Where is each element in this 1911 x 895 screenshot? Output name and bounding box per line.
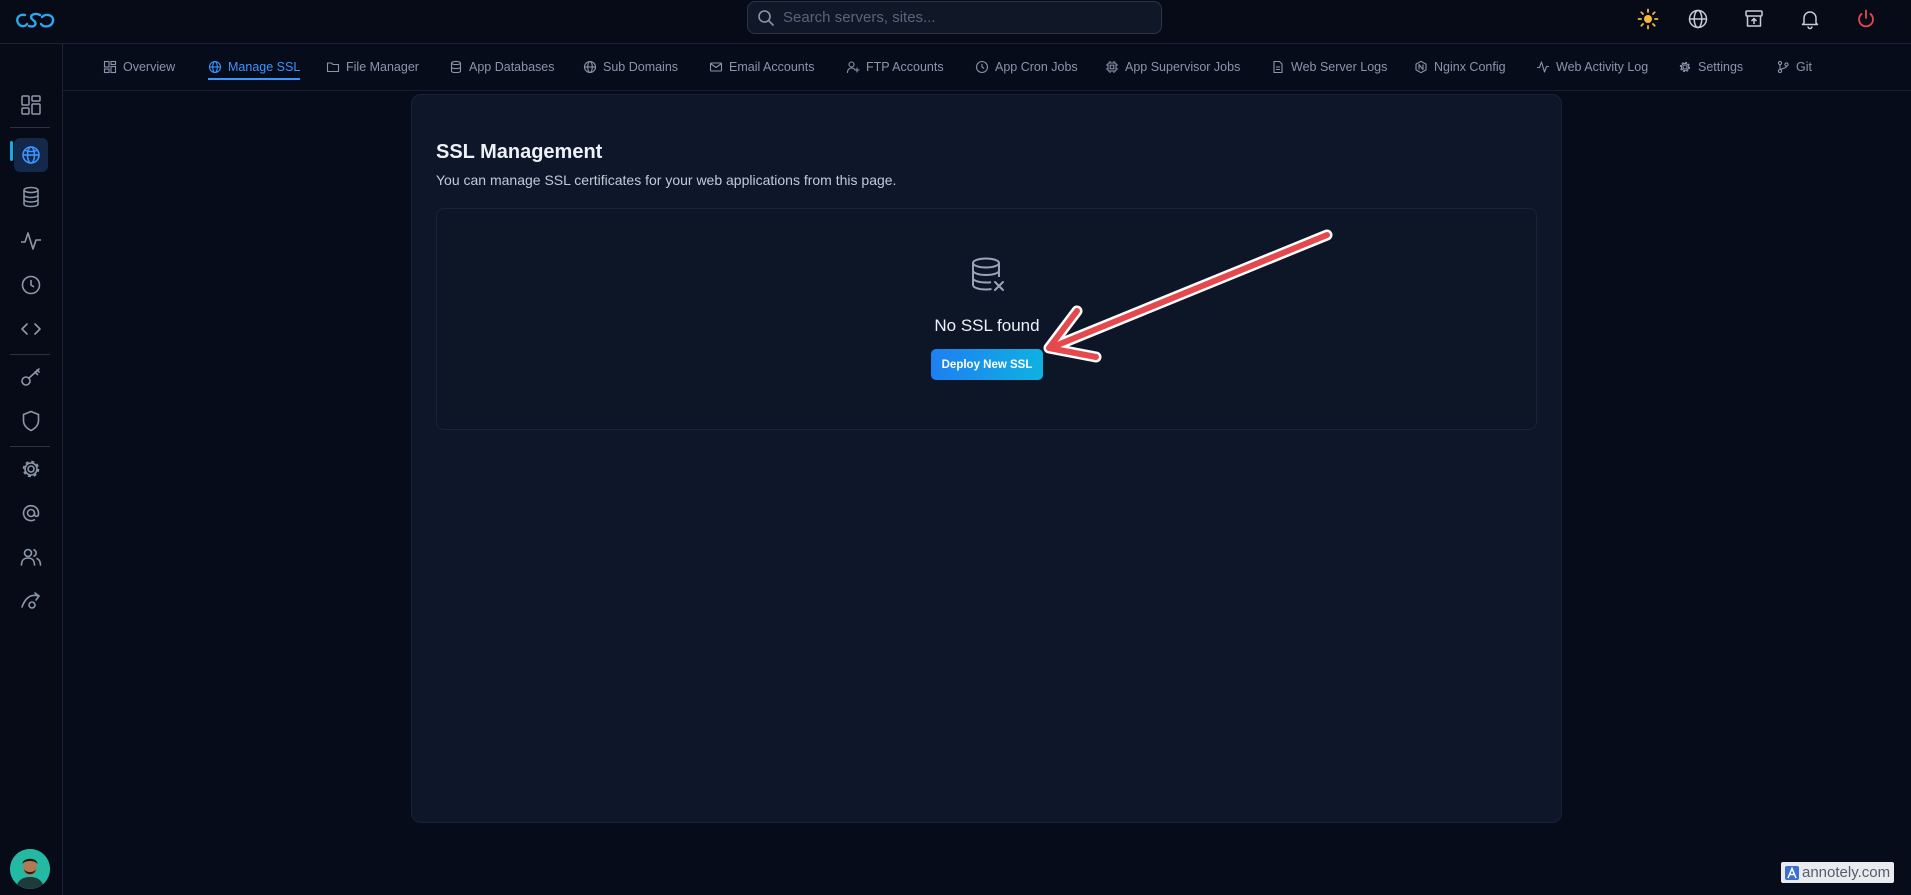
git-icon xyxy=(1777,60,1789,74)
shield-icon xyxy=(22,410,40,432)
key-icon xyxy=(21,368,40,386)
database-x-icon xyxy=(969,256,1007,294)
tab-web-server-logs[interactable]: Web Server Logs xyxy=(1271,44,1387,90)
tab-sub-domains[interactable]: Sub Domains xyxy=(583,44,678,90)
route-icon xyxy=(21,592,40,609)
hexagon-icon xyxy=(1415,60,1427,74)
tab-label: App Cron Jobs xyxy=(995,60,1078,74)
at-icon xyxy=(22,504,40,522)
tab-app-cron-jobs[interactable]: App Cron Jobs xyxy=(975,44,1078,90)
gear-icon xyxy=(1679,61,1691,73)
main-card xyxy=(411,94,1562,823)
logo-icon[interactable] xyxy=(14,7,56,35)
code-icon xyxy=(21,323,41,335)
tab-label: App Supervisor Jobs xyxy=(1125,60,1241,74)
tab-overview[interactable]: Overview xyxy=(103,44,175,90)
grid-icon xyxy=(103,60,117,74)
tab-label: Nginx Config xyxy=(1434,60,1506,74)
sidebar-item-dashboard[interactable] xyxy=(18,92,44,118)
tab-label: File Manager xyxy=(346,60,419,74)
tab-label: FTP Accounts xyxy=(866,60,944,74)
globe-icon xyxy=(583,60,597,74)
mail-icon xyxy=(709,62,723,72)
tab-bar: Overview Manage SSL File Manager App Dat… xyxy=(63,44,1911,91)
archive-icon[interactable] xyxy=(1743,8,1765,30)
tab-label: Web Activity Log xyxy=(1556,60,1649,74)
tab-label: App Databases xyxy=(469,60,555,74)
watermark: annotely.com xyxy=(1781,862,1895,883)
database-icon xyxy=(23,186,39,208)
folder-icon xyxy=(326,62,340,73)
tab-label: Git xyxy=(1796,60,1812,74)
clock-icon xyxy=(975,60,989,74)
file-icon xyxy=(1273,60,1283,74)
page-subtitle: You can manage SSL certificates for your… xyxy=(436,172,897,188)
avatar[interactable] xyxy=(10,849,50,889)
tab-nginx-config[interactable]: Nginx Config xyxy=(1414,44,1506,90)
tab-label: Sub Domains xyxy=(603,60,679,74)
tab-label: Settings xyxy=(1698,60,1744,74)
top-bar xyxy=(0,0,1911,44)
tab-settings[interactable]: Settings xyxy=(1678,44,1743,90)
sidebar-item-security[interactable] xyxy=(18,408,44,434)
search-icon xyxy=(757,9,775,27)
activity-icon xyxy=(1537,61,1549,73)
sidebar-divider xyxy=(10,354,50,355)
tab-ftp-accounts[interactable]: FTP Accounts xyxy=(846,44,944,90)
tab-email-accounts[interactable]: Email Accounts xyxy=(709,44,814,90)
tab-file-manager[interactable]: File Manager xyxy=(326,44,419,90)
annotely-logo-icon xyxy=(1785,865,1799,880)
tab-label: Overview xyxy=(123,60,176,74)
globe-icon xyxy=(22,146,40,164)
tab-app-databases[interactable]: App Databases xyxy=(449,44,554,90)
sidebar-divider xyxy=(10,446,50,447)
page-title: SSL Management xyxy=(436,141,603,163)
tab-web-activity-log[interactable]: Web Activity Log xyxy=(1536,44,1648,90)
deploy-new-ssl-button[interactable]: Deploy New SSL xyxy=(931,349,1043,380)
database-icon xyxy=(450,60,462,74)
sidebar-item-cron[interactable] xyxy=(18,272,44,298)
sidebar-item-sites[interactable] xyxy=(14,138,48,172)
sidebar-item-settings[interactable] xyxy=(18,456,44,482)
tab-label: Web Server Logs xyxy=(1291,60,1388,74)
sidebar-item-users[interactable] xyxy=(18,544,44,570)
sidebar-item-email[interactable] xyxy=(18,500,44,526)
sidebar-item-monitoring[interactable] xyxy=(18,228,44,254)
sidebar-divider xyxy=(10,127,50,128)
tab-git[interactable]: Git xyxy=(1776,44,1812,90)
power-icon[interactable] xyxy=(1855,8,1877,30)
empty-state-text: No SSL found xyxy=(934,316,1040,335)
tab-manage-ssl[interactable]: Manage SSL xyxy=(208,44,301,90)
tab-label: Email Accounts xyxy=(729,60,815,74)
search-input[interactable] xyxy=(781,8,1161,27)
search-bar[interactable] xyxy=(747,1,1162,34)
gear-icon xyxy=(22,460,40,478)
active-indicator xyxy=(10,141,13,161)
cpu-icon xyxy=(1106,61,1118,73)
sidebar-item-keys[interactable] xyxy=(18,364,44,390)
tab-app-supervisor-jobs[interactable]: App Supervisor Jobs xyxy=(1105,44,1240,90)
sidebar-item-routes[interactable] xyxy=(18,588,44,614)
clock-icon xyxy=(21,275,41,295)
sidebar-item-databases[interactable] xyxy=(18,184,44,210)
sidebar xyxy=(0,44,63,895)
watermark-text: annotely.com xyxy=(1802,864,1891,881)
globe-icon xyxy=(208,60,222,74)
tab-label: Manage SSL xyxy=(228,60,301,74)
bell-icon[interactable] xyxy=(1799,8,1821,30)
users-icon xyxy=(20,548,42,566)
sidebar-item-code[interactable] xyxy=(18,316,44,342)
sun-icon[interactable] xyxy=(1637,8,1659,30)
activity-icon xyxy=(21,232,41,250)
globe-icon[interactable] xyxy=(1687,8,1709,30)
user-plus-icon xyxy=(846,61,860,74)
dashboard-icon xyxy=(21,95,41,115)
